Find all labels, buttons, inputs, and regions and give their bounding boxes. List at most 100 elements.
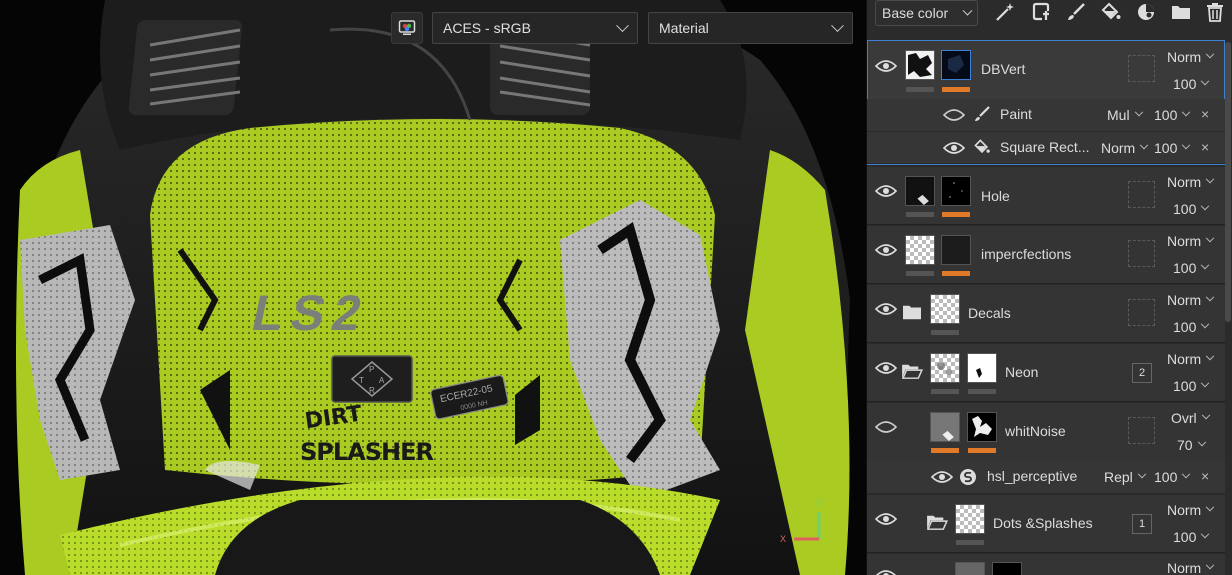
folder-row[interactable]: Decals Norm 100 xyxy=(867,285,1225,343)
blend-mode-select[interactable]: Norm xyxy=(1167,502,1215,518)
layer-name[interactable]: whitNoise xyxy=(1005,423,1066,439)
blend-mode-select[interactable]: Norm xyxy=(1167,233,1215,249)
visibility-eye-icon[interactable] xyxy=(875,242,897,258)
opacity-select[interactable]: 100 xyxy=(1154,469,1191,485)
layer-mask-thumbnail[interactable] xyxy=(967,412,997,442)
visibility-eye-icon[interactable] xyxy=(943,140,965,156)
remove-effect-close-icon[interactable]: × xyxy=(1201,139,1209,155)
visibility-eye-icon[interactable] xyxy=(931,469,953,485)
blend-mode-select[interactable]: Mul xyxy=(1107,107,1143,123)
scrollbar-thumb[interactable] xyxy=(1225,42,1231,322)
opacity-select[interactable]: 100 xyxy=(1173,201,1210,217)
folder-row[interactable]: Neon 2 Norm 100 xyxy=(867,344,1225,402)
folder-icon[interactable] xyxy=(902,303,922,321)
visibility-eye-icon[interactable] xyxy=(875,301,897,317)
blend-mode-value: Mul xyxy=(1107,107,1130,123)
blend-mode-select[interactable]: Ovrl xyxy=(1171,410,1210,426)
blend-mode-select[interactable]: Norm xyxy=(1167,560,1215,575)
blend-mode-select[interactable]: Norm xyxy=(1167,174,1215,190)
layer-name[interactable]: Neon xyxy=(1005,364,1038,380)
mask-slot[interactable] xyxy=(1128,417,1155,444)
visibility-eye-icon[interactable] xyxy=(875,568,897,575)
layer-row[interactable]: DBVert Norm 100 Paint Mul 100 × Square R… xyxy=(867,40,1225,165)
opacity-select[interactable]: 100 xyxy=(1173,378,1210,394)
layer-thumbnail[interactable] xyxy=(905,50,935,80)
visibility-eye-off-icon[interactable] xyxy=(943,107,965,123)
fill-layer-icon xyxy=(1032,2,1050,21)
blend-mode-select[interactable]: Norm xyxy=(1167,351,1215,367)
layer-mask-thumbnail[interactable] xyxy=(992,562,1022,575)
mask-slot[interactable] xyxy=(1128,181,1155,208)
folder-open-icon[interactable] xyxy=(926,513,948,531)
add-folder-button[interactable] xyxy=(1169,0,1193,24)
mask-slot[interactable] xyxy=(1128,299,1155,326)
opacity-select[interactable]: 100 xyxy=(1173,76,1210,92)
axis-gizmo: Y X xyxy=(780,498,822,544)
effect-name[interactable]: Square Rect... xyxy=(1000,139,1090,155)
opacity-select[interactable]: 100 xyxy=(1154,107,1191,123)
opacity-select[interactable]: 70 xyxy=(1177,437,1206,453)
layer-name[interactable]: DBVert xyxy=(981,61,1025,77)
visibility-eye-icon[interactable] xyxy=(875,360,897,376)
opacity-select[interactable]: 100 xyxy=(1173,319,1210,335)
blend-mode-select[interactable]: Norm xyxy=(1167,49,1215,65)
effect-name[interactable]: Paint xyxy=(1000,106,1032,122)
layer-thumbnail[interactable] xyxy=(930,294,960,324)
layer-thumbnail[interactable] xyxy=(930,353,960,383)
layer-row[interactable]: whitNoise Ovrl 70 hsl_perceptive Repl 10… xyxy=(867,403,1225,494)
layer-scrollbar[interactable] xyxy=(1224,40,1232,575)
visibility-eye-off-icon[interactable] xyxy=(875,419,897,435)
opacity-select[interactable]: 100 xyxy=(1173,529,1210,545)
add-mask-button[interactable] xyxy=(1134,0,1158,24)
opacity-value: 100 xyxy=(1173,529,1197,545)
layer-mask-thumbnail[interactable] xyxy=(941,235,971,265)
blend-mode-select[interactable]: Norm xyxy=(1167,292,1215,308)
delete-layer-button[interactable] xyxy=(1203,0,1227,24)
effect-name[interactable]: hsl_perceptive xyxy=(987,468,1077,484)
layer-name[interactable]: Decals xyxy=(968,305,1011,321)
layer-name[interactable]: Dots &Splashes xyxy=(993,515,1093,531)
3d-viewport[interactable]: LS2 P A T R ECER22-05 0000 NH DIRT SPLAS… xyxy=(0,0,866,575)
layer-row[interactable]: impercfections Norm 100 xyxy=(867,226,1225,284)
layer-thumbnail[interactable] xyxy=(905,176,935,206)
opacity-value: 100 xyxy=(1154,469,1178,485)
layer-thumbnail[interactable] xyxy=(955,562,985,575)
layer-thumbnail[interactable] xyxy=(905,235,935,265)
folder-row[interactable]: Dots &Splashes 1 Norm 100 xyxy=(867,495,1225,553)
add-fill-button[interactable] xyxy=(1099,0,1123,24)
color-profile-button[interactable] xyxy=(391,12,423,44)
mask-slot[interactable] xyxy=(1128,55,1155,82)
layer-thumbnail[interactable] xyxy=(930,412,960,442)
visibility-eye-icon[interactable] xyxy=(875,183,897,199)
chevron-down-icon xyxy=(962,5,973,16)
remove-effect-close-icon[interactable]: × xyxy=(1201,106,1209,122)
layer-thumbnail[interactable] xyxy=(955,504,985,534)
visibility-eye-icon[interactable] xyxy=(875,58,897,74)
layer-mask-thumbnail[interactable] xyxy=(941,50,971,80)
effect-row[interactable]: Square Rect... Norm 100 × xyxy=(867,132,1225,164)
layer-row[interactable]: Hole Norm 100 xyxy=(867,167,1225,225)
remove-effect-close-icon[interactable]: × xyxy=(1201,468,1209,484)
channel-select[interactable]: Material xyxy=(648,12,853,44)
layer-row[interactable]: Norm xyxy=(867,554,1225,575)
opacity-select[interactable]: 100 xyxy=(1154,140,1191,156)
layer-name[interactable]: impercfections xyxy=(981,246,1071,262)
layer-mask-thumbnail[interactable] xyxy=(941,176,971,206)
effect-row[interactable]: Paint Mul 100 × xyxy=(867,99,1225,132)
layer-mask-thumbnail[interactable] xyxy=(967,353,997,383)
layer-name[interactable]: Hole xyxy=(981,188,1010,204)
visibility-eye-icon[interactable] xyxy=(875,511,897,527)
mask-slot[interactable] xyxy=(1128,240,1155,267)
blend-mode-select[interactable]: Norm xyxy=(1101,140,1149,156)
display-settings-icon xyxy=(398,20,416,35)
add-fill-layer-button[interactable] xyxy=(1029,0,1053,24)
add-effect-button[interactable] xyxy=(993,0,1017,24)
add-paint-layer-button[interactable] xyxy=(1064,0,1088,24)
opacity-select[interactable]: 100 xyxy=(1173,260,1210,276)
trash-icon xyxy=(1207,3,1223,22)
colorspace-select[interactable]: ACES - sRGB xyxy=(432,12,638,44)
channel-dropdown[interactable]: Base color xyxy=(875,0,978,26)
effect-row[interactable]: hsl_perceptive Repl 100 × xyxy=(867,461,1225,494)
blend-mode-select[interactable]: Repl xyxy=(1104,469,1147,485)
folder-open-icon[interactable] xyxy=(901,362,923,380)
